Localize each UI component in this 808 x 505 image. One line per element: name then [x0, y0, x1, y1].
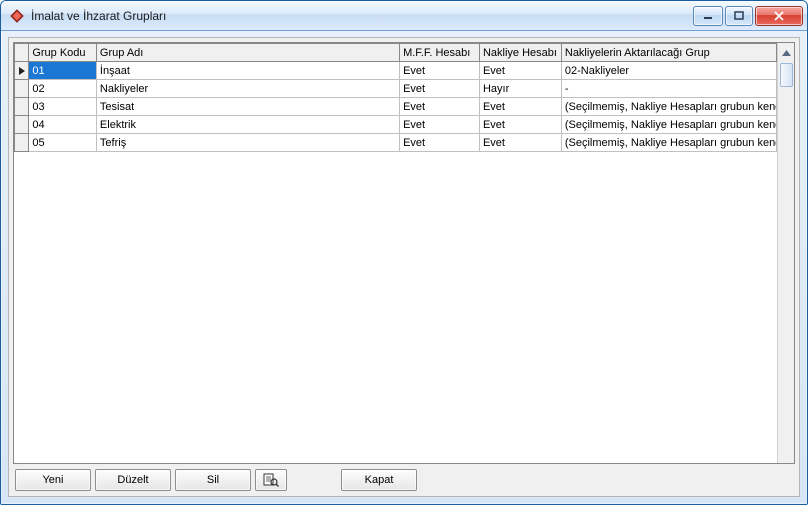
cell-nakliye[interactable]: Evet: [479, 134, 561, 152]
cell-nakliye[interactable]: Evet: [479, 98, 561, 116]
column-header-mff[interactable]: M.F.F. Hesabı: [400, 44, 480, 62]
table-row[interactable]: 05TefrişEvetEvet(Seçilmemiş, Nakliye Hes…: [15, 134, 777, 152]
minimize-button[interactable]: [693, 6, 723, 26]
cell-adi[interactable]: Elektrik: [96, 116, 399, 134]
cell-mff[interactable]: Evet: [400, 98, 480, 116]
cell-adi[interactable]: Nakliyeler: [96, 80, 399, 98]
column-header-aktar[interactable]: Nakliyelerin Aktarılacağı Grup: [561, 44, 776, 62]
table-row[interactable]: 04ElektrikEvetEvet(Seçilmemiş, Nakliye H…: [15, 116, 777, 134]
column-header-kodu[interactable]: Grup Kodu: [29, 44, 97, 62]
button-bar: Yeni Düzelt Sil Kapat: [9, 466, 799, 496]
cell-mff[interactable]: Evet: [400, 62, 480, 80]
cell-mff[interactable]: Evet: [400, 116, 480, 134]
new-button[interactable]: Yeni: [15, 469, 91, 491]
delete-button[interactable]: Sil: [175, 469, 251, 491]
cell-nakliye[interactable]: Hayır: [479, 80, 561, 98]
data-grid[interactable]: Grup KoduGrup AdıM.F.F. HesabıNakliye He…: [13, 42, 795, 464]
cell-kodu[interactable]: 01: [29, 62, 97, 80]
client-area: Grup KoduGrup AdıM.F.F. HesabıNakliye He…: [8, 37, 800, 497]
window-controls: [693, 6, 805, 26]
edit-button[interactable]: Düzelt: [95, 469, 171, 491]
app-icon: [9, 8, 25, 24]
current-row-icon: [18, 66, 26, 76]
cell-aktar[interactable]: (Seçilmemiş, Nakliye Hesapları grubun ke…: [561, 98, 776, 116]
cell-nakliye[interactable]: Evet: [479, 62, 561, 80]
app-window: İmalat ve İhzarat Grupları Grup KoduGrup…: [0, 0, 808, 505]
print-preview-button[interactable]: [255, 469, 287, 491]
close-dialog-button[interactable]: Kapat: [341, 469, 417, 491]
maximize-button[interactable]: [725, 6, 753, 26]
column-header-adi[interactable]: Grup Adı: [96, 44, 399, 62]
cell-adi[interactable]: İnşaat: [96, 62, 399, 80]
cell-aktar[interactable]: (Seçilmemiş, Nakliye Hesapları grubun ke…: [561, 116, 776, 134]
row-indicator: [15, 116, 29, 134]
table-row[interactable]: 02NakliyelerEvetHayır -: [15, 80, 777, 98]
row-indicator: [15, 134, 29, 152]
table-row[interactable]: 01İnşaatEvetEvet02-Nakliyeler: [15, 62, 777, 80]
cell-aktar[interactable]: -: [561, 80, 776, 98]
row-indicator-header: [15, 44, 29, 62]
window-title: İmalat ve İhzarat Grupları: [31, 9, 693, 23]
cell-mff[interactable]: Evet: [400, 134, 480, 152]
cell-kodu[interactable]: 05: [29, 134, 97, 152]
cell-mff[interactable]: Evet: [400, 80, 480, 98]
cell-aktar[interactable]: 02-Nakliyeler: [561, 62, 776, 80]
row-indicator: [15, 62, 29, 80]
cell-aktar[interactable]: (Seçilmemiş, Nakliye Hesapları grubun ke…: [561, 134, 776, 152]
row-indicator: [15, 98, 29, 116]
scroll-thumb[interactable]: [780, 63, 793, 87]
column-header-nakliye[interactable]: Nakliye Hesabı: [479, 44, 561, 62]
titlebar[interactable]: İmalat ve İhzarat Grupları: [1, 1, 807, 31]
row-indicator: [15, 80, 29, 98]
table-row[interactable]: 03TesisatEvetEvet(Seçilmemiş, Nakliye He…: [15, 98, 777, 116]
scroll-up-icon[interactable]: [779, 45, 794, 61]
cell-kodu[interactable]: 02: [29, 80, 97, 98]
cell-adi[interactable]: Tefriş: [96, 134, 399, 152]
cell-adi[interactable]: Tesisat: [96, 98, 399, 116]
vertical-scrollbar[interactable]: [777, 43, 794, 463]
cell-kodu[interactable]: 03: [29, 98, 97, 116]
cell-nakliye[interactable]: Evet: [479, 116, 561, 134]
cell-kodu[interactable]: 04: [29, 116, 97, 134]
close-button[interactable]: [755, 6, 803, 26]
print-preview-icon: [263, 473, 279, 487]
